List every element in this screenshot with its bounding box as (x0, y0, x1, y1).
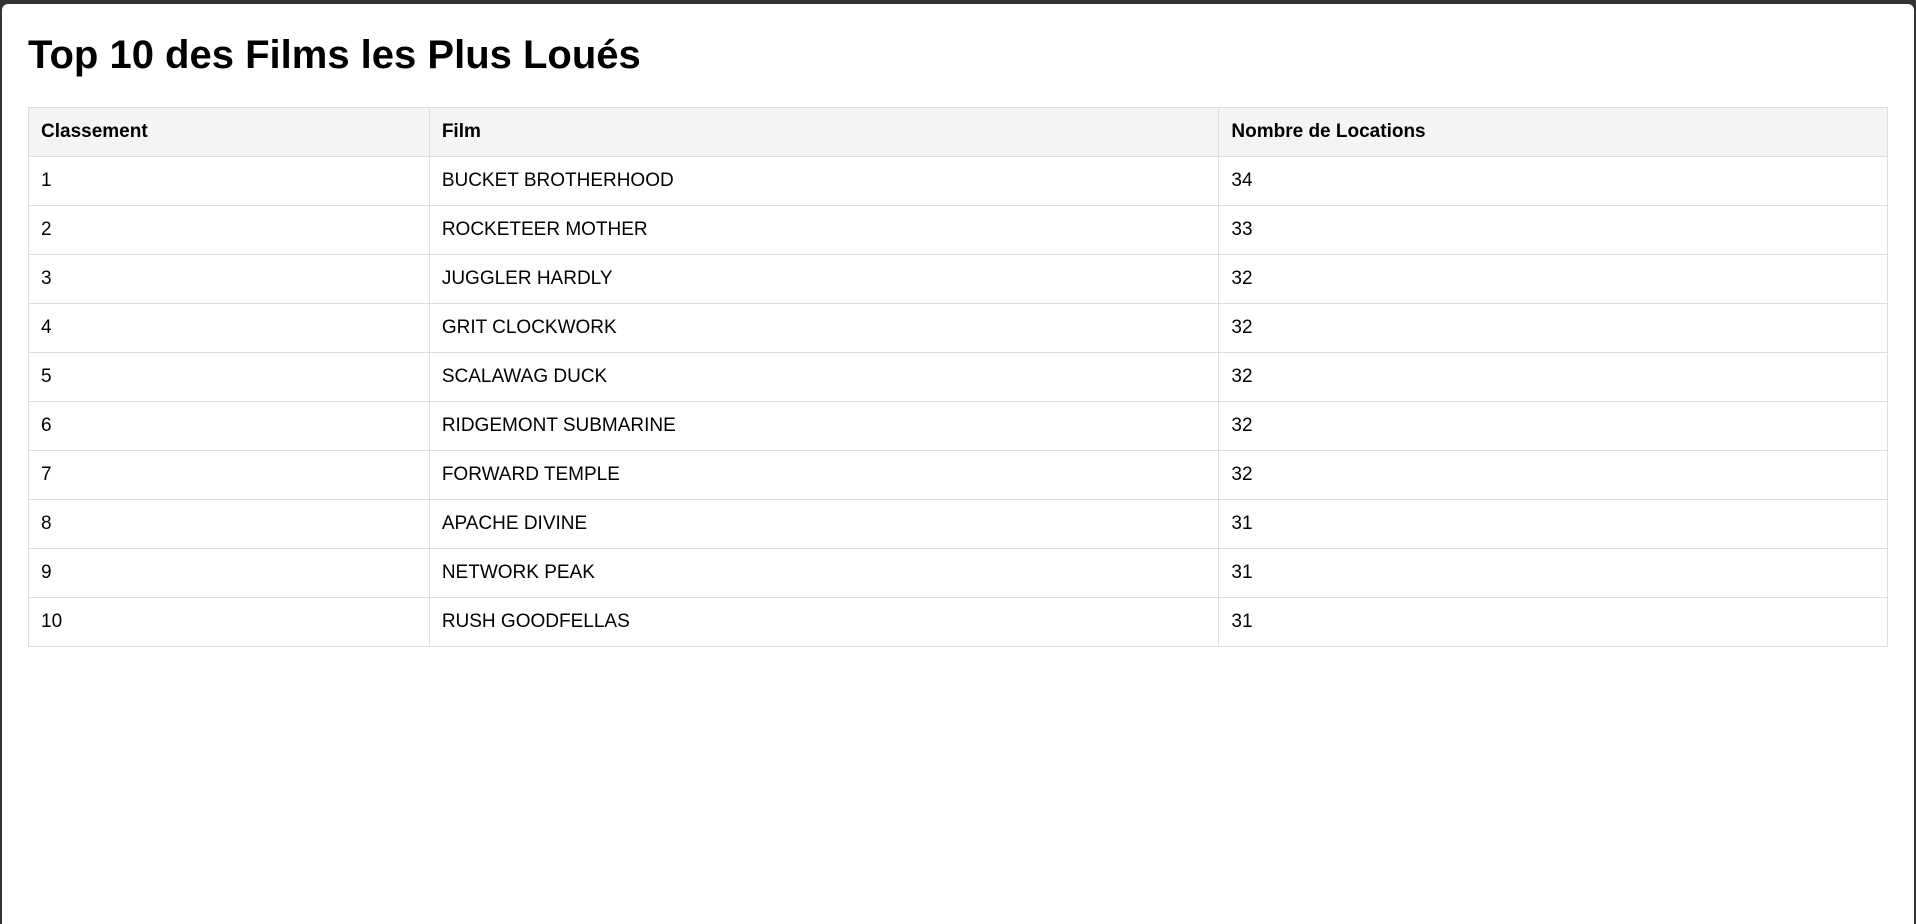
table-row: 4 GRIT CLOCKWORK 32 (28, 303, 1888, 353)
cell-rentals: 32 (1218, 352, 1888, 402)
cell-rank: 9 (28, 548, 430, 598)
table-row: 5 SCALAWAG DUCK 32 (28, 352, 1888, 402)
cell-rentals: 34 (1218, 156, 1888, 206)
cell-rank: 3 (28, 254, 430, 304)
cell-film: SCALAWAG DUCK (428, 352, 1220, 402)
cell-rentals: 31 (1218, 548, 1888, 598)
table-row: 2 ROCKETEER MOTHER 33 (28, 205, 1888, 255)
table-row: 6 RIDGEMONT SUBMARINE 32 (28, 401, 1888, 451)
cell-film: APACHE DIVINE (428, 499, 1220, 549)
cell-rank: 1 (28, 156, 430, 206)
cell-film: RIDGEMONT SUBMARINE (428, 401, 1220, 451)
cell-rank: 8 (28, 499, 430, 549)
rentals-table: Classement Film Nombre de Locations 1 BU… (28, 107, 1888, 647)
table-header-row: Classement Film Nombre de Locations (28, 107, 1888, 157)
header-nombre-locations: Nombre de Locations (1218, 107, 1888, 157)
table-row: 3 JUGGLER HARDLY 32 (28, 254, 1888, 304)
browser-window: Top 10 des Films les Plus Loués Classeme… (2, 4, 1914, 924)
table-row: 8 APACHE DIVINE 31 (28, 499, 1888, 549)
table-row: 7 FORWARD TEMPLE 32 (28, 450, 1888, 500)
cell-rentals: 31 (1218, 499, 1888, 549)
page-content: Top 10 des Films les Plus Loués Classeme… (2, 4, 1914, 647)
header-classement: Classement (28, 107, 430, 157)
cell-film: RUSH GOODFELLAS (428, 597, 1220, 647)
cell-film: BUCKET BROTHERHOOD (428, 156, 1220, 206)
page-title: Top 10 des Films les Plus Loués (28, 33, 641, 77)
cell-rank: 10 (28, 597, 430, 647)
cell-rank: 2 (28, 205, 430, 255)
table-row: 1 BUCKET BROTHERHOOD 34 (28, 156, 1888, 206)
cell-rentals: 33 (1218, 205, 1888, 255)
cell-film: JUGGLER HARDLY (428, 254, 1220, 304)
cell-rentals: 32 (1218, 450, 1888, 500)
cell-rank: 7 (28, 450, 430, 500)
cell-rank: 5 (28, 352, 430, 402)
cell-rank: 4 (28, 303, 430, 353)
cell-film: GRIT CLOCKWORK (428, 303, 1220, 353)
cell-rentals: 32 (1218, 303, 1888, 353)
cell-film: NETWORK PEAK (428, 548, 1220, 598)
cell-rank: 6 (28, 401, 430, 451)
table-row: 10 RUSH GOODFELLAS 31 (28, 597, 1888, 647)
cell-film: ROCKETEER MOTHER (428, 205, 1220, 255)
cell-rentals: 32 (1218, 254, 1888, 304)
cell-film: FORWARD TEMPLE (428, 450, 1220, 500)
table-row: 9 NETWORK PEAK 31 (28, 548, 1888, 598)
cell-rentals: 31 (1218, 597, 1888, 647)
header-film: Film (428, 107, 1220, 157)
cell-rentals: 32 (1218, 401, 1888, 451)
